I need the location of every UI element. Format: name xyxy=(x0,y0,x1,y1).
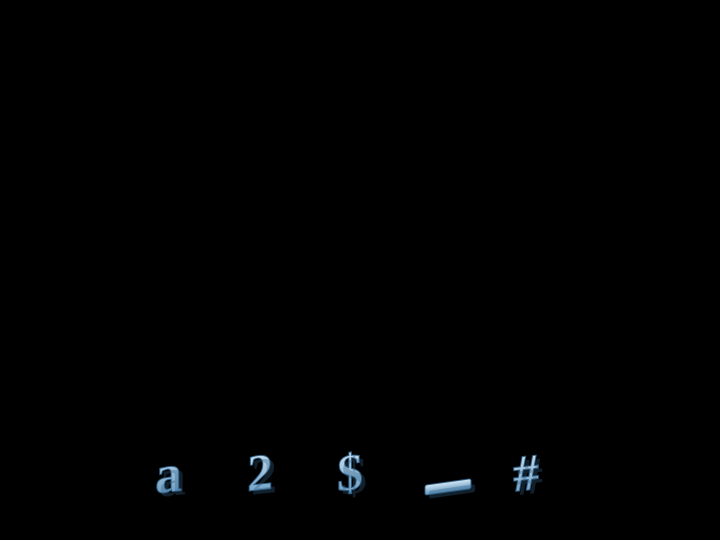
svg-text:#: # xyxy=(517,448,543,506)
slide: DEKLARASI VARIABLE PL/SQL Identifiers (P… xyxy=(0,0,720,540)
dollar-icon: $ $ xyxy=(329,436,391,506)
section-heading: Identifiers (Pengenal) xyxy=(38,86,332,127)
body-text: Identifiers digunakan untuk : Penamaan v… xyxy=(38,150,682,350)
glyph-row: a a 2 2 xyxy=(149,436,571,506)
digit-2-icon: 2 2 xyxy=(239,436,301,506)
slide-title: DEKLARASI VARIABLE PL/SQL xyxy=(0,18,720,62)
bullet-naming-rules: Aturan Penamaan : xyxy=(38,217,682,250)
rule-allowed-chars: - Dapat berisi huruf, angka, $, _, atau … xyxy=(38,283,682,316)
rule-start-letter: - Diawali dengan huruf xyxy=(38,250,682,283)
underscore-icon xyxy=(419,436,481,506)
intro-line: Identifiers digunakan untuk : xyxy=(38,150,682,183)
svg-text:a: a xyxy=(159,446,186,506)
bullet2-text: Aturan Penamaan : xyxy=(53,217,259,249)
svg-text:2: 2 xyxy=(251,447,277,506)
rule-max-length: - Maksimal 30 karakter xyxy=(38,316,682,349)
bullet1-text: Penamaan variable xyxy=(53,183,260,215)
svg-text:$: $ xyxy=(341,447,367,506)
bullet-naming-variable: Penamaan variable xyxy=(38,183,682,216)
letter-a-icon: a a xyxy=(149,436,211,506)
hash-icon: # # xyxy=(509,436,571,506)
